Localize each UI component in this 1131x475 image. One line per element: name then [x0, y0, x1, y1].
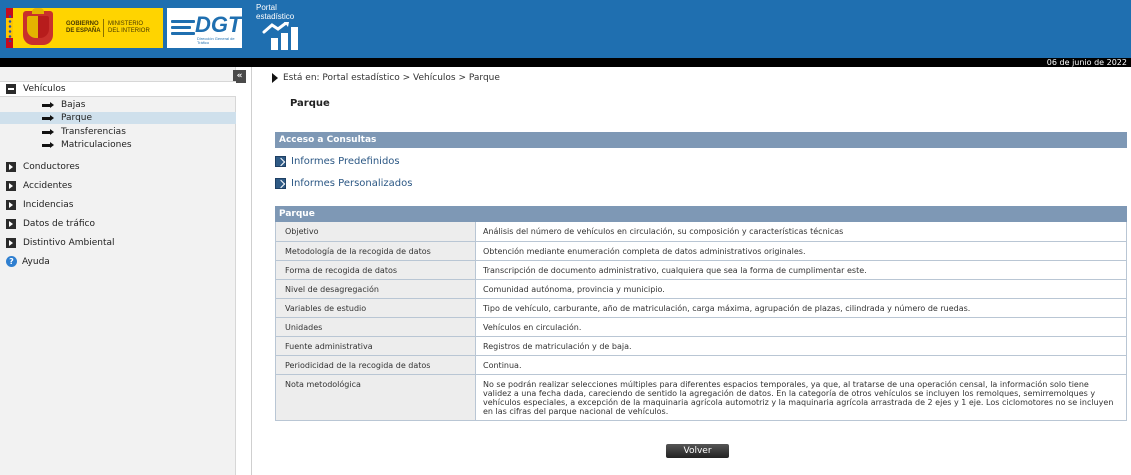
acceso-consultas-header: Acceso a Consultas — [275, 132, 1127, 148]
sidebar-section-accidentes[interactable]: Accidentes — [6, 177, 72, 195]
sidebar-section-distintivo-ambiental[interactable]: Distintivo Ambiental — [6, 234, 115, 252]
expand-box-icon — [6, 200, 16, 210]
row-value: Transcripción de documento administrativ… — [475, 260, 1127, 280]
dgt-subtitle: Dirección General de Tráfico — [197, 36, 235, 45]
row-key: Objetivo — [275, 222, 476, 242]
sidebar-item-parque[interactable]: Parque — [0, 112, 236, 124]
breadcrumb: Está en: Portal estadístico > Vehículos … — [272, 73, 500, 83]
eu-flag-icon — [6, 8, 13, 48]
table-row: Nota metodológica No se podrán realizar … — [275, 374, 1127, 421]
row-key: Nivel de desagregación — [275, 279, 476, 299]
row-value: Comunidad autónoma, provincia y municipi… — [475, 279, 1127, 299]
link-label: Informes Predefinidos — [291, 156, 400, 167]
sidebar-item-label: Transferencias — [61, 127, 126, 137]
sidebar-item-label: Parque — [61, 113, 93, 123]
report-arrow-icon — [275, 178, 286, 189]
sidebar-section-vehiculos[interactable]: Vehículos — [0, 81, 236, 97]
row-value: Continua. — [475, 355, 1127, 375]
table-row: Forma de recogida de datos Transcripción… — [275, 260, 1127, 280]
main-content: Está en: Portal estadístico > Vehículos … — [253, 67, 1131, 475]
dgt-stripes-icon — [171, 20, 195, 36]
row-key: Forma de recogida de datos — [275, 260, 476, 280]
sidebar-section-label: Vehículos — [23, 84, 66, 94]
dgt-wordmark: DGT — [195, 12, 242, 37]
gov-line-1: GOBIERNO — [66, 21, 99, 27]
row-value: Registros de matriculación y de baja. — [475, 336, 1127, 356]
sidebar-splitter — [236, 67, 252, 475]
row-value: No se podrán realizar selecciones múltip… — [475, 374, 1127, 421]
arrow-right-icon — [42, 114, 54, 121]
help-icon: ? — [6, 256, 17, 267]
sidebar-section-label: Incidencias — [23, 200, 74, 210]
dgt-logo[interactable]: DGT Dirección General de Tráfico — [167, 8, 242, 48]
minus-box-icon — [6, 84, 16, 94]
row-value: Tipo de vehículo, carburante, año de mat… — [475, 298, 1127, 318]
sidebar-section-label: Datos de tráfico — [23, 219, 96, 229]
table-row: Objetivo Análisis del número de vehículo… — [275, 222, 1127, 242]
arrow-right-icon — [42, 141, 54, 148]
row-key: Metodología de la recogida de datos — [275, 241, 476, 261]
informes-personalizados-link[interactable]: Informes Personalizados — [275, 178, 412, 189]
parque-table-header: Parque — [275, 206, 1127, 222]
date-bar: 06 de junio de 2022 — [0, 58, 1131, 67]
sidebar-item-label: Bajas — [61, 100, 86, 110]
top-header: GOBIERNO DE ESPAÑA MINISTERIO DEL INTERI… — [0, 0, 1131, 58]
arrow-right-icon — [42, 101, 54, 108]
informes-predefinidos-link[interactable]: Informes Predefinidos — [275, 156, 400, 167]
sidebar-item-ayuda[interactable]: ? Ayuda — [6, 256, 50, 267]
sidebar-section-conductores[interactable]: Conductores — [6, 158, 80, 176]
table-row: Variables de estudio Tipo de vehículo, c… — [275, 298, 1127, 318]
sidebar-section-datos-de-trafico[interactable]: Datos de tráfico — [6, 215, 95, 233]
arrow-right-icon — [42, 128, 54, 135]
link-label: Informes Personalizados — [291, 178, 413, 189]
sidebar-item-matriculaciones[interactable]: Matriculaciones — [0, 139, 236, 151]
portal-bar-chart-icon[interactable] — [262, 22, 326, 50]
volver-button[interactable]: Volver — [666, 444, 729, 458]
row-key: Unidades — [275, 317, 476, 337]
eu-stars-icon — [7, 14, 13, 42]
sidebar-section-label: Accidentes — [23, 181, 73, 191]
help-label: Ayuda — [22, 256, 50, 267]
table-row: Fuente administrativa Registros de matri… — [275, 336, 1127, 356]
page-title: Parque — [290, 98, 330, 109]
sidebar-item-bajas[interactable]: Bajas — [0, 99, 236, 111]
row-key: Periodicidad de la recogida de datos — [275, 355, 476, 375]
current-date: 06 de junio de 2022 — [1046, 58, 1127, 67]
row-key: Nota metodológica — [275, 374, 476, 421]
expand-box-icon — [6, 219, 16, 229]
sidebar-section-label: Conductores — [23, 162, 80, 172]
gov-line-2: DE ESPAÑA — [66, 28, 101, 34]
parque-info-table: Objetivo Análisis del número de vehículo… — [275, 222, 1127, 421]
sidebar-item-transferencias[interactable]: Transferencias — [0, 126, 236, 138]
report-arrow-icon — [275, 156, 286, 167]
row-key: Variables de estudio — [275, 298, 476, 318]
coat-of-arms-icon — [23, 8, 53, 45]
breadcrumb-marker-icon — [272, 73, 278, 83]
portal-label: Portal estadístico — [256, 3, 295, 21]
expand-box-icon — [6, 162, 16, 172]
expand-box-icon — [6, 181, 16, 191]
row-value: Obtención mediante enumeración completa … — [475, 241, 1127, 261]
row-key: Fuente administrativa — [275, 336, 476, 356]
ministry-line-1: MINISTERIO — [108, 21, 144, 27]
row-value: Vehículos en circulación. — [475, 317, 1127, 337]
gobierno-espana-logo[interactable]: GOBIERNO DE ESPAÑA MINISTERIO DEL INTERI… — [6, 8, 163, 48]
sidebar-section-incidencias[interactable]: Incidencias — [6, 196, 73, 214]
table-row: Periodicidad de la recogida de datos Con… — [275, 355, 1127, 375]
logo-divider — [103, 19, 104, 37]
ministry-line-2: DEL INTERIOR — [108, 28, 150, 34]
sidebar-section-label: Distintivo Ambiental — [23, 238, 115, 248]
table-row: Nivel de desagregación Comunidad autónom… — [275, 279, 1127, 299]
table-row: Unidades Vehículos en circulación. — [275, 317, 1127, 337]
row-value: Análisis del número de vehículos en circ… — [475, 222, 1127, 242]
sidebar-item-label: Matriculaciones — [61, 140, 132, 150]
breadcrumb-text: Está en: Portal estadístico > Vehículos … — [283, 73, 500, 83]
table-row: Metodología de la recogida de datos Obte… — [275, 241, 1127, 261]
expand-box-icon — [6, 238, 16, 248]
